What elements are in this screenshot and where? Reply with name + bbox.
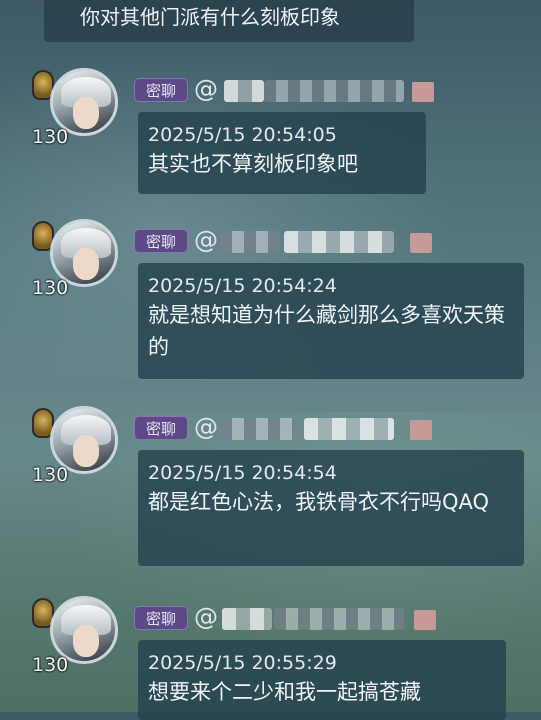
message-timestamp: 2025/5/15 20:54:24 xyxy=(148,275,337,297)
message-text: 都是红色心法，我铁骨衣不行吗QAQ xyxy=(148,490,490,514)
private-chat-tag: 密聊 xyxy=(134,416,188,440)
redacted-name xyxy=(284,231,394,253)
message-bubble[interactable]: 2025/5/15 20:55:29 想要来个二少和我一起搞苍藏 xyxy=(138,640,506,720)
redacted-mark xyxy=(412,82,434,102)
avatar-group[interactable]: 130 xyxy=(28,406,120,498)
redacted-name xyxy=(220,418,300,440)
redacted-name xyxy=(222,608,272,630)
redacted-mark xyxy=(414,610,436,630)
redacted-name xyxy=(264,80,404,102)
message-text: 其实也不算刻板印象吧 xyxy=(148,152,358,176)
redacted-name xyxy=(224,80,264,102)
previous-message-bubble[interactable]: 你对其他门派有什么刻板印象 xyxy=(44,0,414,42)
message-timestamp: 2025/5/15 20:54:05 xyxy=(148,124,337,146)
at-symbol: @ xyxy=(194,413,218,441)
private-chat-tag: 密聊 xyxy=(134,229,188,253)
message-bubble[interactable]: 2025/5/15 20:54:24 就是想知道为什么藏剑那么多喜欢天策的 xyxy=(138,263,524,379)
redacted-name xyxy=(274,608,404,630)
redacted-name xyxy=(304,418,394,440)
at-symbol: @ xyxy=(194,603,218,631)
player-level: 130 xyxy=(32,654,69,676)
redacted-name xyxy=(220,231,280,253)
message-bubble[interactable]: 2025/5/15 20:54:54 都是红色心法，我铁骨衣不行吗QAQ xyxy=(138,450,524,566)
message-timestamp: 2025/5/15 20:54:54 xyxy=(148,462,337,484)
player-level: 130 xyxy=(32,277,69,299)
message-text: 就是想知道为什么藏剑那么多喜欢天策的 xyxy=(148,303,505,359)
avatar-group[interactable]: 130 xyxy=(28,596,120,688)
private-chat-tag: 密聊 xyxy=(134,78,188,102)
avatar-group[interactable]: 130 xyxy=(28,219,120,311)
at-symbol: @ xyxy=(194,226,218,254)
avatar-group[interactable]: 130 xyxy=(28,68,120,160)
redacted-mark xyxy=(410,420,432,440)
redacted-mark xyxy=(410,233,432,253)
previous-message-text: 你对其他门派有什么刻板印象 xyxy=(80,5,340,29)
message-bubble[interactable]: 2025/5/15 20:54:05 其实也不算刻板印象吧 xyxy=(138,112,426,194)
at-symbol: @ xyxy=(194,75,218,103)
message-timestamp: 2025/5/15 20:55:29 xyxy=(148,652,337,674)
private-chat-tag: 密聊 xyxy=(134,606,188,630)
message-text: 想要来个二少和我一起搞苍藏 xyxy=(148,680,421,704)
player-level: 130 xyxy=(32,126,69,148)
player-level: 130 xyxy=(32,464,69,486)
